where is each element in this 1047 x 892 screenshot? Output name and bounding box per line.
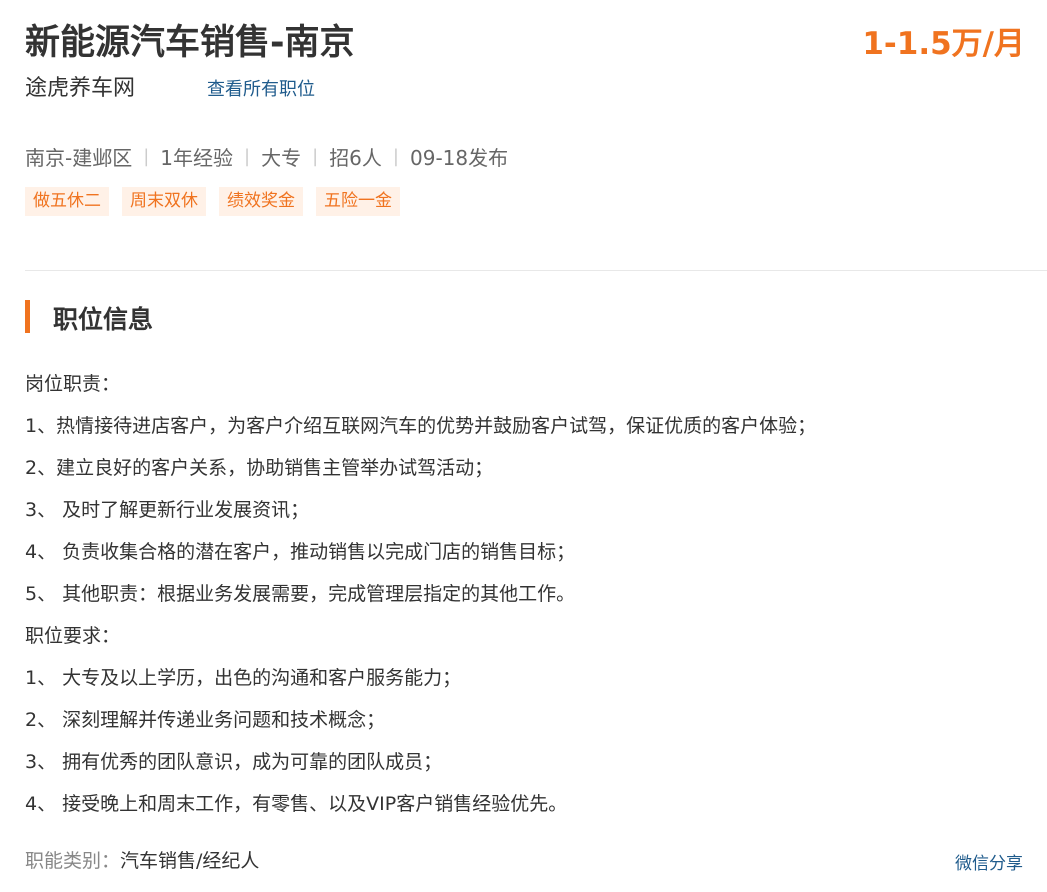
job-meta: 南京-建邺区 | 1年经验 | 大专 | 招6人 | 09-18发布 — [25, 142, 508, 171]
wechat-share-link[interactable]: 微信分享 — [955, 849, 1023, 874]
separator: | — [143, 146, 150, 167]
job-title: 新能源汽车销售-南京 — [25, 23, 355, 63]
description-line: 1、热情接待进店客户，为客户介绍互联网汽车的优势并鼓励客户试驾，保证优质的客户体… — [25, 415, 817, 437]
salary: 1-1.5万/月 — [862, 26, 1025, 62]
divider — [25, 270, 1047, 271]
section-accent-bar — [25, 300, 30, 333]
description-line: 2、 深刻理解并传递业务问题和技术概念； — [25, 709, 386, 731]
category-label: 职能类别： — [25, 850, 121, 872]
description-line: 3、 拥有优秀的团队意识，成为可靠的团队成员； — [25, 751, 443, 773]
description-line: 职位要求： — [25, 625, 121, 647]
description-line: 2、建立良好的客户关系，协助销售主管举办试驾活动； — [25, 457, 494, 479]
posted-date: 09-18发布 — [410, 146, 509, 170]
section-title: 职位信息 — [53, 305, 154, 334]
category-value[interactable]: 汽车销售/经纪人 — [120, 850, 259, 872]
view-all-jobs-link[interactable]: 查看所有职位 — [207, 75, 315, 101]
benefit-tag: 绩效奖金 — [219, 187, 303, 216]
description-line: 4、 负责收集合格的潜在客户，推动销售以完成门店的销售目标； — [25, 541, 576, 563]
experience: 1年经验 — [160, 146, 234, 170]
company-name[interactable]: 途虎养车网 — [25, 70, 135, 102]
description-line: 4、 接受晚上和周末工作，有零售、以及VIP客户销售经验优先。 — [25, 793, 568, 815]
headcount: 招6人 — [329, 146, 382, 170]
description-line: 5、 其他职责：根据业务发展需要，完成管理层指定的其他工作。 — [25, 583, 576, 605]
description-line: 岗位职责： — [25, 373, 121, 395]
description-line: 3、 及时了解更新行业发展资讯； — [25, 499, 310, 521]
education: 大专 — [261, 146, 302, 170]
benefit-tag: 做五休二 — [25, 187, 109, 216]
separator: | — [392, 146, 399, 167]
benefit-tag: 周末双休 — [122, 187, 206, 216]
separator: | — [312, 146, 319, 167]
description-line: 1、 大专及以上学历，出色的沟通和客户服务能力； — [25, 667, 462, 689]
benefit-tag: 五险一金 — [316, 187, 400, 216]
benefit-tags: 做五休二 周末双休 绩效奖金 五险一金 — [25, 187, 400, 216]
job-category: 职能类别：汽车销售/经纪人 — [25, 846, 259, 873]
location: 南京-建邺区 — [25, 146, 133, 170]
separator: | — [244, 146, 251, 167]
job-description: 岗位职责： 1、热情接待进店客户，为客户介绍互联网汽车的优势并鼓励客户试驾，保证… — [25, 368, 1025, 830]
